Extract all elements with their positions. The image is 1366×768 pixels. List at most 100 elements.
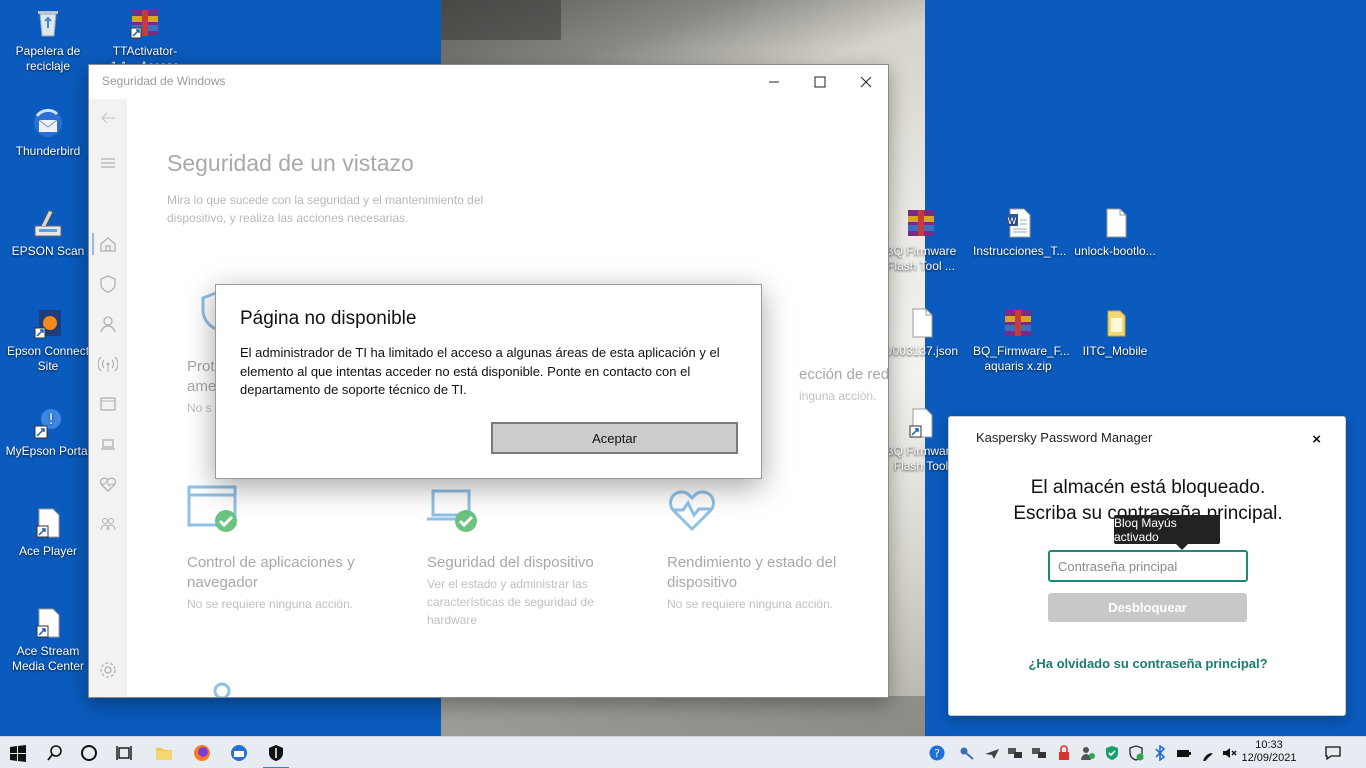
help-icon[interactable]: ?	[928, 744, 946, 762]
lock-tray-icon[interactable]	[1055, 744, 1073, 762]
firefox-button[interactable]	[185, 737, 219, 768]
app-browser-control-icon[interactable]	[98, 394, 118, 414]
navigation-sidebar	[89, 99, 127, 697]
shortcut-file-icon	[31, 506, 65, 540]
search-button[interactable]	[38, 737, 72, 768]
settings-gear-icon[interactable]	[98, 660, 118, 680]
windows-security-taskbar-button[interactable]	[259, 737, 293, 768]
card-app-browser-control[interactable]: Control de aplicaciones y navegador No s…	[187, 485, 407, 613]
heart-pulse-icon	[667, 485, 725, 533]
window-title: Seguridad de Windows	[102, 74, 226, 88]
desktop-icon-json-file[interactable]: U003137.json	[876, 306, 966, 359]
action-center-icon[interactable]	[1324, 744, 1342, 762]
kaspersky-password-manager-panel: Kaspersky Password Manager × El almacén …	[948, 416, 1346, 716]
blank-file-icon	[904, 306, 938, 340]
card-device-performance[interactable]: Rendimiento y estado del dispositivo No …	[667, 485, 887, 613]
home-icon[interactable]	[98, 234, 118, 254]
security-tray-icon[interactable]	[1127, 744, 1145, 762]
card-device-security[interactable]: Seguridad del dispositivo Ver el estado …	[427, 485, 617, 629]
maximize-button[interactable]	[797, 65, 843, 99]
desktop-icon-recycle-bin[interactable]: Papelera de reciclaje	[3, 6, 93, 74]
card-firewall-network[interactable]: ección de red inguna acción.	[799, 365, 888, 405]
firefox-icon	[194, 745, 210, 761]
desktop-icon-instrucciones[interactable]: W Instrucciones_T...	[973, 206, 1066, 259]
task-view-icon	[116, 746, 132, 760]
forgot-password-link[interactable]: ¿Ha olvidado su contraseña principal?	[949, 656, 1347, 671]
winrar-archive-icon	[904, 206, 938, 240]
page-subtitle: Mira lo que sucede con la seguridad y el…	[167, 193, 484, 225]
caps-lock-tooltip: Bloq Mayús activado	[1114, 515, 1220, 550]
start-button[interactable]	[1, 737, 35, 768]
windows-logo-icon	[10, 745, 26, 762]
wifi-icon[interactable]	[1199, 744, 1217, 762]
cortana-button[interactable]	[72, 737, 106, 768]
folder-icon	[1098, 306, 1132, 340]
desktop-icon-iitc-mobile[interactable]: IITC_Mobile	[1070, 306, 1160, 359]
volume-muted-icon[interactable]	[1220, 744, 1238, 762]
desktop-icon-bq-flash-tool-archive[interactable]: BQ Firmware Flash Tool ...	[876, 206, 966, 274]
desktop-icon-unlock-bootloader[interactable]: unlock-bootlo...	[1070, 206, 1160, 259]
people-tray-icon[interactable]	[1079, 744, 1097, 762]
hamburger-menu-icon[interactable]	[98, 153, 118, 173]
shield-icon[interactable]	[98, 274, 118, 294]
cortana-circle-icon	[81, 745, 97, 761]
minimize-button[interactable]	[751, 65, 797, 99]
desktop-icon-myepson-portal[interactable]: ! MyEpson Portal	[3, 406, 93, 459]
family-options-icon	[207, 679, 237, 697]
bluetooth-icon[interactable]	[1151, 744, 1169, 762]
winrar-archive-icon	[1001, 306, 1035, 340]
back-arrow-icon[interactable]	[98, 108, 118, 128]
plane-tray-icon[interactable]	[983, 744, 1001, 762]
shield-icon	[269, 745, 283, 761]
svg-text:!: !	[48, 412, 54, 428]
active-nav-indicator	[92, 233, 94, 255]
taskbar-clock[interactable]: 10:33 12/09/2021	[1241, 739, 1297, 765]
task-view-button[interactable]	[107, 737, 141, 768]
page-title: Seguridad de un vistazo	[167, 150, 414, 176]
desktop-icon-thunderbird[interactable]: Thunderbird	[3, 106, 93, 159]
file-explorer-button[interactable]	[147, 737, 181, 768]
clock-date: 12/09/2021	[1241, 752, 1297, 764]
desktop-icon-epson-scan[interactable]: EPSON Scan	[3, 206, 93, 259]
dialog-message: El administrador de TI ha limitado el ac…	[240, 345, 720, 397]
scanner-icon	[31, 206, 65, 240]
maximize-icon	[814, 76, 826, 88]
svg-text:W: W	[1008, 217, 1017, 227]
account-person-icon[interactable]	[98, 314, 118, 334]
minimize-icon	[769, 81, 779, 83]
taskbar: ? 10:33 12/09/2021	[0, 736, 1366, 768]
unlock-button[interactable]: Desbloquear	[1048, 593, 1247, 622]
battery-icon[interactable]	[1175, 744, 1193, 762]
accept-button[interactable]: Aceptar	[491, 422, 738, 454]
epson-portal-icon: !	[31, 406, 65, 440]
laptop-check-icon	[427, 485, 485, 533]
network-tray-icon[interactable]	[1006, 744, 1024, 762]
page-unavailable-dialog: Página no disponible El administrador de…	[215, 284, 762, 479]
kaspersky-shield-tray-icon[interactable]	[1103, 744, 1121, 762]
desktop-icon-ace-player[interactable]: Ace Player	[3, 506, 93, 559]
desktop-icon-ttactivator[interactable]: TTActivator-1.1... Acceso directo	[100, 6, 190, 64]
app-browser-check-icon	[187, 485, 245, 533]
kpm-title: Kaspersky Password Manager	[976, 430, 1153, 445]
search-icon	[47, 745, 62, 761]
epson-connect-icon	[31, 306, 65, 340]
heart-health-icon[interactable]	[98, 474, 118, 494]
family-options-icon[interactable]	[98, 514, 118, 534]
close-button[interactable]	[843, 65, 888, 99]
desktop-icon-epson-connect[interactable]: Epson Connect Site	[3, 306, 93, 374]
thunderbird-icon	[231, 745, 247, 761]
laptop-device-icon[interactable]	[98, 434, 118, 454]
desktop-icon-ace-stream[interactable]: Ace Stream Media Center	[3, 606, 93, 674]
close-icon	[860, 76, 872, 88]
thunderbird-icon	[31, 106, 65, 140]
dialog-title: Página no disponible	[240, 308, 417, 329]
close-icon[interactable]: ×	[1312, 431, 1321, 448]
network-tray-icon-2[interactable]	[1030, 744, 1048, 762]
thunderbird-button[interactable]	[222, 737, 256, 768]
key-tray-icon[interactable]	[958, 744, 976, 762]
winrar-archive-icon	[128, 6, 162, 40]
desktop-icon-bq-firmware-zip[interactable]: BQ_Firmware_F... aquaris x.zip	[973, 306, 1070, 374]
master-password-input[interactable]	[1048, 550, 1248, 582]
clock-time: 10:33	[1255, 739, 1283, 751]
network-wireless-icon[interactable]	[97, 354, 119, 374]
